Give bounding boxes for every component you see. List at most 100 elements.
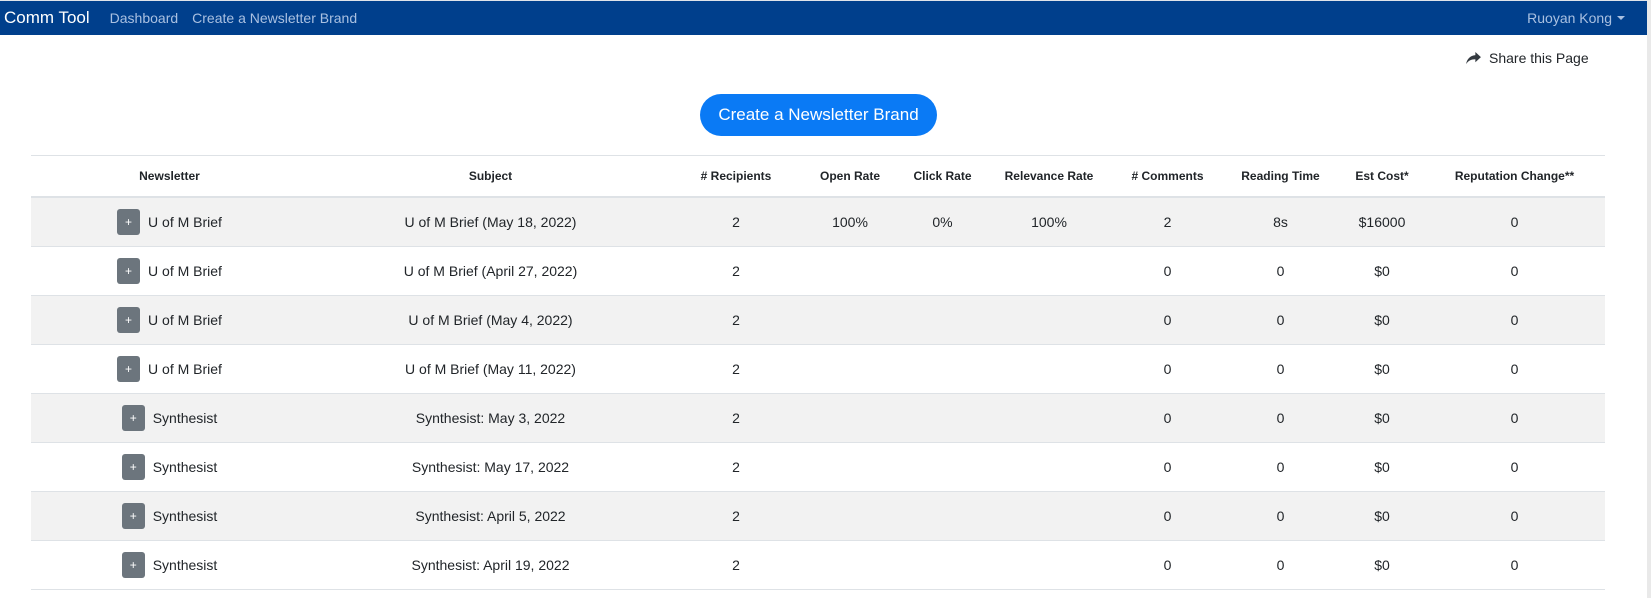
window-edge — [1647, 0, 1651, 598]
newsletter-name: Synthesist — [152, 410, 218, 426]
column-header-click-rate[interactable]: Click Rate — [901, 155, 984, 198]
table-row: + U of M Brief U of M Brief (May 18, 2022)… — [31, 197, 1605, 247]
column-header-comments[interactable]: # Comments — [1114, 155, 1221, 198]
newsletter-cell-content: + U of M Brief — [117, 258, 222, 284]
subject-cell: U of M Brief (May 11, 2022) — [308, 344, 673, 394]
newsletter-cell: + U of M Brief — [31, 295, 308, 345]
newsletter-name: U of M Brief — [148, 263, 222, 279]
column-header-relevance-rate[interactable]: Relevance Rate — [984, 155, 1114, 198]
open-rate-cell — [799, 540, 901, 590]
click-rate-cell — [901, 540, 984, 590]
expand-row-button[interactable]: + — [117, 307, 141, 333]
comments-cell: 0 — [1114, 491, 1221, 541]
newsletter-name: Synthesist — [152, 557, 218, 573]
expand-row-button[interactable]: + — [117, 258, 141, 284]
table-row: + Synthesist Synthesist: May 3, 2022 2 0 0 $0 0 — [31, 393, 1605, 443]
est-cost-cell: $0 — [1340, 393, 1424, 443]
subject-cell: Synthesist: May 3, 2022 — [308, 393, 673, 443]
recipients-cell: 2 — [673, 540, 799, 590]
expand-row-button[interactable]: + — [121, 503, 145, 529]
share-label: Share this Page — [1489, 50, 1589, 66]
est-cost-cell: $16000 — [1340, 197, 1424, 247]
newsletter-cell-content: + Synthesist — [121, 405, 218, 431]
app-brand[interactable]: Comm Tool — [4, 8, 90, 28]
reading-time-cell: 0 — [1221, 393, 1340, 443]
newsletter-cell: + Synthesist — [31, 442, 308, 492]
column-header-newsletter[interactable]: Newsletter — [31, 155, 308, 198]
relevance-rate-cell — [984, 442, 1114, 492]
open-rate-cell — [799, 491, 901, 541]
newsletter-name: Synthesist — [152, 459, 218, 475]
newsletter-cell: + Synthesist — [31, 540, 308, 590]
open-rate-cell: 100% — [799, 197, 901, 247]
click-rate-cell — [901, 442, 984, 492]
newsletter-name: U of M Brief — [148, 312, 222, 328]
relevance-rate-cell — [984, 295, 1114, 345]
reputation-change-cell: 0 — [1424, 246, 1605, 296]
reputation-change-cell: 0 — [1424, 491, 1605, 541]
column-header-open-rate[interactable]: Open Rate — [799, 155, 901, 198]
subject-cell: Synthesist: April 5, 2022 — [308, 491, 673, 541]
recipients-cell: 2 — [673, 295, 799, 345]
comments-cell: 0 — [1114, 295, 1221, 345]
column-header-subject[interactable]: Subject — [308, 155, 673, 198]
expand-row-button[interactable]: + — [117, 356, 141, 382]
recipients-cell: 2 — [673, 393, 799, 443]
caret-down-icon — [1617, 16, 1625, 20]
newsletter-table-container: Newsletter Subject # Recipients Open Rat… — [31, 155, 1605, 590]
newsletter-cell-content: + Synthesist — [121, 454, 218, 480]
click-rate-cell: 0% — [901, 197, 984, 247]
create-newsletter-brand-button[interactable]: Create a Newsletter Brand — [700, 94, 937, 136]
column-header-reading-time[interactable]: Reading Time — [1221, 155, 1340, 198]
newsletter-cell-content: + Synthesist — [121, 552, 218, 578]
user-menu[interactable]: Ruoyan Kong — [1527, 10, 1625, 26]
newsletter-cell-content: + Synthesist — [121, 503, 217, 529]
table-row: + U of M Brief U of M Brief (April 27, 202… — [31, 246, 1605, 296]
relevance-rate-cell — [984, 246, 1114, 296]
relevance-rate-cell — [984, 540, 1114, 590]
nav-link-create-brand[interactable]: Create a Newsletter Brand — [192, 10, 357, 26]
share-arrow-icon — [1466, 51, 1481, 64]
recipients-cell: 2 — [673, 197, 799, 247]
est-cost-cell: $0 — [1340, 246, 1424, 296]
recipients-cell: 2 — [673, 442, 799, 492]
open-rate-cell — [799, 344, 901, 394]
est-cost-cell: $0 — [1340, 344, 1424, 394]
recipients-cell: 2 — [673, 344, 799, 394]
newsletter-name: U of M Brief — [148, 361, 222, 377]
est-cost-cell: $0 — [1340, 540, 1424, 590]
column-header-recipients[interactable]: # Recipients — [673, 155, 799, 198]
expand-row-button[interactable]: + — [121, 405, 145, 431]
recipients-cell: 2 — [673, 491, 799, 541]
expand-row-button[interactable]: + — [121, 552, 145, 578]
subject-cell: U of M Brief (May 18, 2022) — [308, 197, 673, 247]
reading-time-cell: 8s — [1221, 197, 1340, 247]
subject-cell: U of M Brief (May 4, 2022) — [308, 295, 673, 345]
est-cost-cell: $0 — [1340, 295, 1424, 345]
est-cost-cell: $0 — [1340, 491, 1424, 541]
reputation-change-cell: 0 — [1424, 295, 1605, 345]
comments-cell: 0 — [1114, 540, 1221, 590]
column-header-est-cost[interactable]: Est Cost* — [1340, 155, 1424, 198]
table-row: + U of M Brief U of M Brief (May 4, 2022) 2… — [31, 295, 1605, 345]
share-page-link[interactable]: Share this Page — [1466, 50, 1589, 66]
reputation-change-cell: 0 — [1424, 344, 1605, 394]
table-row: + U of M Brief U of M Brief (May 11, 2022)… — [31, 344, 1605, 394]
newsletter-cell-content: + U of M Brief — [117, 209, 222, 235]
nav-link-dashboard[interactable]: Dashboard — [110, 10, 179, 26]
newsletter-name: U of M Brief — [148, 214, 222, 230]
reading-time-cell: 0 — [1221, 491, 1340, 541]
expand-row-button[interactable]: + — [117, 209, 141, 235]
relevance-rate-cell — [984, 491, 1114, 541]
click-rate-cell — [901, 246, 984, 296]
reading-time-cell: 0 — [1221, 246, 1340, 296]
expand-row-button[interactable]: + — [121, 454, 145, 480]
open-rate-cell — [799, 393, 901, 443]
click-rate-cell — [901, 344, 984, 394]
reading-time-cell: 0 — [1221, 442, 1340, 492]
relevance-rate-cell — [984, 393, 1114, 443]
newsletter-table: Newsletter Subject # Recipients Open Rat… — [31, 155, 1605, 590]
recipients-cell: 2 — [673, 246, 799, 296]
column-header-reputation-change[interactable]: Reputation Change** — [1424, 155, 1605, 198]
open-rate-cell — [799, 442, 901, 492]
